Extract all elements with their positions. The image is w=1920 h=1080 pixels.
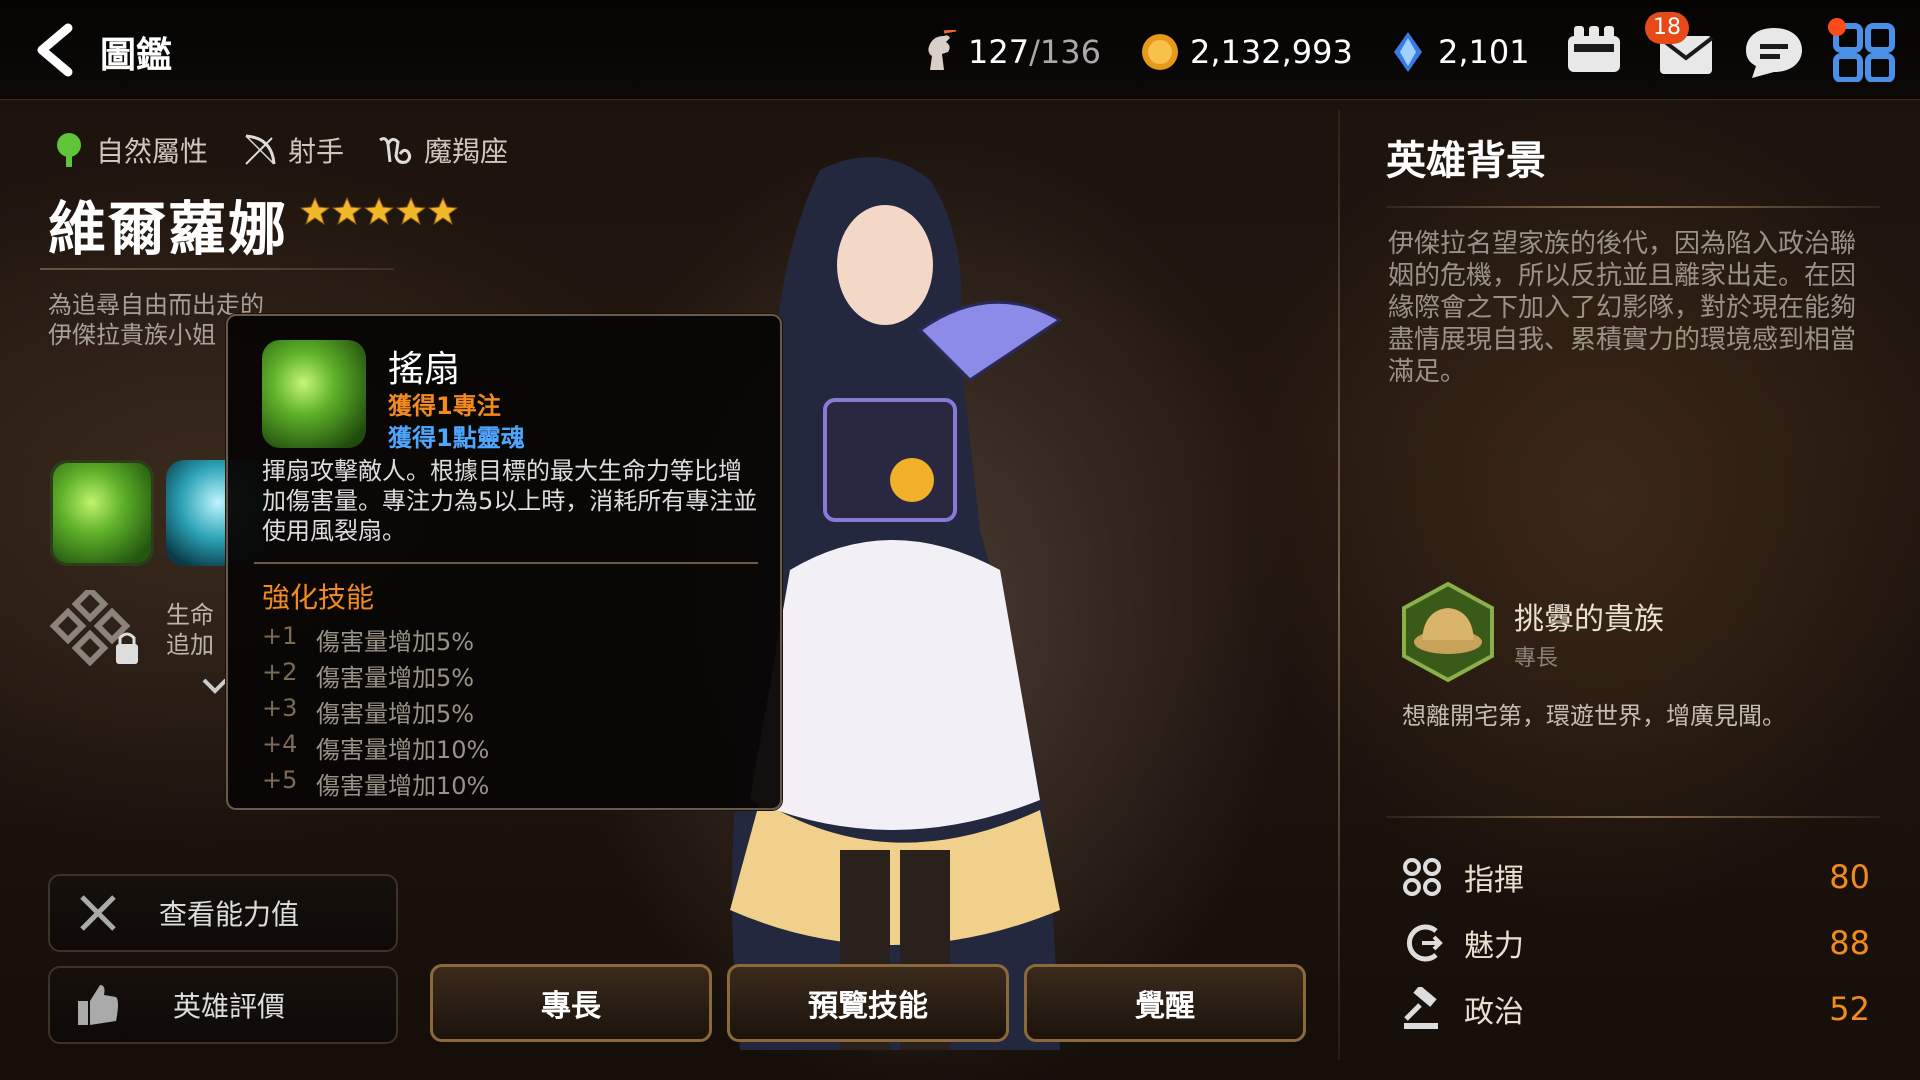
enhance-level: +5 — [262, 766, 298, 794]
zodiac-label: 魔羯座 — [424, 135, 509, 168]
enhance-effect: 傷害量增加10% — [316, 736, 490, 764]
enhance-row: +4 傷害量增加10% — [262, 730, 489, 765]
divider — [254, 562, 758, 564]
enhance-level: +1 — [262, 622, 298, 650]
crystal-amount: 2,101 — [1438, 33, 1530, 71]
gold-coin-icon — [1142, 34, 1178, 70]
enhance-effect: 傷害量增加5% — [316, 700, 475, 728]
crystal-display: 2,101 — [1388, 30, 1530, 74]
divider — [1386, 206, 1880, 208]
divider — [40, 268, 394, 270]
mail-badge: 18 — [1645, 12, 1689, 44]
fan-skill-icon — [262, 340, 366, 448]
politics-gavel-icon — [1404, 987, 1438, 1029]
charm-icon — [1406, 924, 1443, 962]
stat-label: 魅力 — [1464, 929, 1524, 964]
enhance-row: +5 傷害量增加10% — [262, 766, 489, 801]
skill-description: 揮扇攻擊敵人。根據目標的最大生命力等比增加傷害量。專注力為5以上時，消耗所有專注… — [262, 457, 758, 545]
enhance-level: +4 — [262, 730, 298, 758]
star-icon — [364, 196, 394, 226]
enhance-title: 強化技能 — [262, 581, 375, 614]
stamina-current: 127 — [968, 33, 1030, 71]
skill-tooltip: 搖扇 獲得1專注 獲得1點靈魂 揮扇攻擊敵人。根據目標的最大生命力等比增加傷害量… — [226, 314, 782, 810]
enhance-level: +2 — [262, 658, 298, 686]
stat-charm: 魅力 88 — [1400, 918, 1870, 968]
stamina-max: /136 — [1029, 33, 1101, 71]
skill-gain-soul: 獲得1點靈魂 — [388, 424, 525, 452]
enhance-effect: 傷害量增加5% — [316, 664, 475, 692]
enhance-effect: 傷害量增加5% — [316, 628, 475, 656]
zodiac-attribute: 魔羯座 — [378, 130, 508, 170]
hero-review-label: 英雄評價 — [172, 990, 285, 1023]
chat-icon[interactable] — [1742, 22, 1806, 82]
enhance-level: +3 — [262, 694, 298, 722]
capricorn-icon — [379, 137, 412, 164]
star-icon — [396, 196, 426, 226]
role-label: 射手 — [288, 135, 345, 168]
locked-passive-icon[interactable] — [48, 590, 148, 670]
enhance-effect: 傷害量增加10% — [316, 772, 490, 800]
specialty-name: 挑釁的貴族 — [1514, 602, 1664, 637]
gold-display: 2,132,993 — [1140, 30, 1353, 74]
gold-amount: 2,132,993 — [1190, 33, 1353, 71]
star-icon — [332, 196, 362, 226]
element-label: 自然屬性 — [96, 135, 209, 168]
tab-awaken[interactable]: 覺醒 — [1024, 964, 1306, 1042]
background-title: 英雄背景 — [1386, 138, 1546, 184]
view-stats-label: 查看能力值 — [158, 898, 299, 931]
crystal-icon — [1394, 32, 1422, 72]
stat-value: 80 — [1829, 858, 1870, 896]
tree-icon — [57, 133, 81, 167]
star-icon — [428, 196, 458, 226]
top-bar: 圖鑑 127/136 2,132,993 2,101 18 — [0, 0, 1920, 100]
tab-preview-skills[interactable]: 預覽技能 — [727, 964, 1009, 1042]
passive-text: 生命 追加 — [166, 601, 214, 659]
enhance-row: +1 傷害量增加5% — [262, 622, 474, 657]
crossed-swords-icon — [80, 895, 116, 931]
back-arrow-icon[interactable] — [28, 20, 82, 80]
stat-politics: 政治 52 — [1400, 984, 1870, 1034]
stat-value: 88 — [1829, 924, 1870, 962]
stat-label: 指揮 — [1464, 863, 1524, 898]
tab-specialty[interactable]: 專長 — [430, 964, 712, 1042]
pith-helmet-specialty-icon — [1402, 581, 1494, 683]
specialty-description: 想離開宅第，環遊世界，增廣見聞。 — [1402, 702, 1786, 730]
divider — [1386, 816, 1880, 818]
specialty-label: 專長 — [1514, 646, 1559, 671]
element-attribute: 自然屬性 — [52, 130, 208, 170]
team-icon[interactable] — [1562, 22, 1626, 82]
stat-command: 指揮 80 — [1400, 852, 1870, 902]
thumbs-up-icon — [78, 985, 118, 1025]
star-rating — [300, 196, 458, 226]
horse-stamina-icon — [928, 30, 957, 70]
page-title: 圖鑑 — [100, 35, 173, 76]
background-text: 伊傑拉名望家族的後代，因為陷入政治聯姻的危機，所以反抗並且離家出走。在因緣際會之… — [1388, 229, 1857, 387]
panel-divider — [1338, 110, 1340, 1060]
hero-name: 維爾蘿娜 — [48, 195, 289, 263]
role-attribute: 射手 — [242, 130, 344, 170]
stat-value: 52 — [1829, 990, 1870, 1028]
skill-gain-focus: 獲得1專注 — [388, 392, 501, 420]
enhance-row: +3 傷害量增加5% — [262, 694, 474, 729]
stat-label: 政治 — [1464, 995, 1524, 1030]
star-icon — [300, 196, 330, 226]
bow-icon — [245, 134, 276, 165]
stamina-display: 127/136 — [918, 30, 1101, 74]
skill-title: 搖扇 — [388, 349, 461, 390]
skill-icon-fan[interactable] — [50, 460, 154, 566]
hero-attributes: 自然屬性 射手 魔羯座 — [52, 130, 530, 170]
hero-review-button[interactable]: 英雄評價 — [48, 966, 398, 1044]
view-stats-button[interactable]: 查看能力值 — [48, 874, 398, 952]
menu-notification-dot — [1828, 18, 1846, 36]
enhance-row: +2 傷害量增加5% — [262, 658, 474, 693]
command-icon — [1403, 858, 1441, 896]
